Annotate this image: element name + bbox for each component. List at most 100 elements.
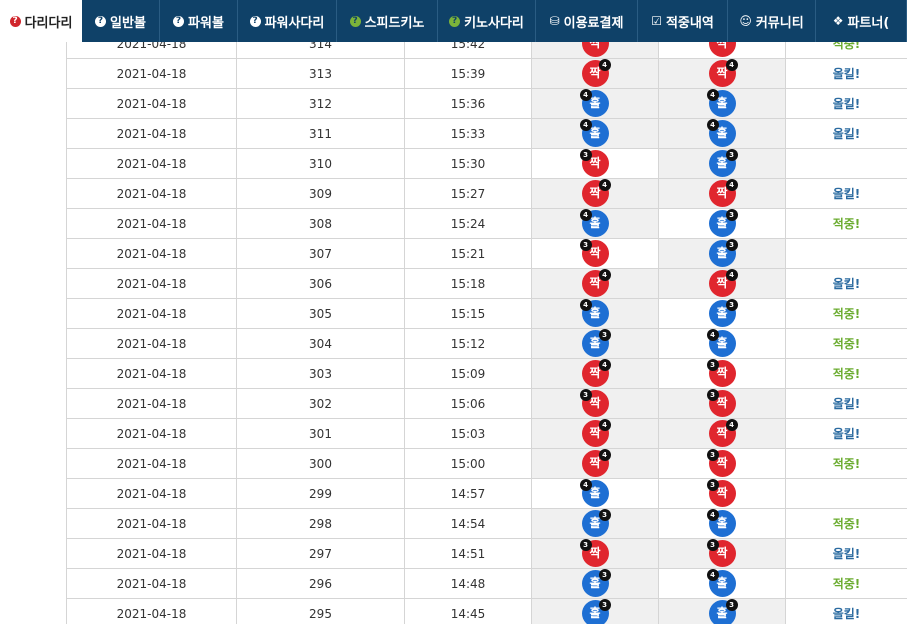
nav-item-0[interactable]: ? 다리다리 bbox=[0, 0, 82, 42]
date-cell: 2021-04-18 bbox=[66, 598, 237, 624]
result-cell: 홀4 bbox=[658, 508, 786, 539]
pick-ball: 홀4 bbox=[579, 119, 609, 147]
result-cell: 짝3 bbox=[658, 538, 786, 569]
status-cell: 적중! bbox=[785, 42, 907, 59]
ball-badge: 3 bbox=[579, 239, 592, 251]
ball-badge: 3 bbox=[706, 449, 719, 461]
status-cell bbox=[785, 238, 907, 269]
table-row: 2021-04-18 314 15:42 짝 짝 적중! bbox=[66, 42, 907, 59]
nav-item-label: 파워사다리 bbox=[264, 15, 325, 31]
ball-badge: 4 bbox=[706, 569, 719, 581]
status-label: 올킬! bbox=[832, 187, 861, 201]
table-row: 2021-04-18 312 15:36 홀 4 홀 4 올킬! bbox=[66, 88, 907, 119]
status-cell: 올킬! bbox=[785, 598, 907, 624]
ball-badge: 4 bbox=[598, 359, 611, 371]
date-cell: 2021-04-18 bbox=[66, 418, 237, 449]
ball-label: 홀 bbox=[716, 246, 728, 260]
nav-item-4[interactable]: ? 스피드키노 bbox=[337, 0, 438, 42]
top-nav: ? 다리다리? 일반볼? 파워볼? 파워사다리? 스피드키노? 키노사다리 ⛁ 이용료결제 ☑ 적중… bbox=[0, 0, 907, 42]
ball-badge: 3 bbox=[598, 569, 611, 581]
ball-badge: 3 bbox=[579, 149, 592, 161]
status-label: 적중! bbox=[832, 457, 861, 471]
ball-label: 홀 bbox=[589, 606, 601, 620]
status-label: 적중! bbox=[832, 217, 861, 231]
result-ball: 짝 bbox=[708, 42, 736, 57]
ball-badge: 4 bbox=[706, 329, 719, 341]
date-cell: 2021-04-18 bbox=[66, 208, 237, 239]
nav-item-7[interactable]: ☑ 적중내역 bbox=[638, 0, 728, 42]
ball-badge: 3 bbox=[706, 479, 719, 491]
result-cell: 홀3 bbox=[658, 238, 786, 269]
nav-item-6[interactable]: ⛁ 이용료결제 bbox=[536, 0, 638, 42]
status-label: 적중! bbox=[832, 367, 861, 381]
table-row: 2021-04-18 307 15:21 짝 3 홀 3 bbox=[66, 238, 907, 269]
ball-badge: 3 bbox=[598, 599, 611, 611]
result-ball: 짝4 bbox=[708, 59, 738, 87]
nav-item-8[interactable]: ☺ 커뮤니티 bbox=[728, 0, 816, 42]
time-cell: 15:27 bbox=[404, 178, 532, 209]
pick-ball: 홀4 bbox=[579, 299, 609, 327]
status-cell: 올킬! bbox=[785, 178, 907, 209]
result-ball: 짝4 bbox=[708, 419, 738, 447]
ball-badge: 4 bbox=[725, 59, 738, 71]
question-icon: ? bbox=[249, 15, 261, 27]
result-cell: 홀4 bbox=[658, 328, 786, 359]
result-ball: 짝4 bbox=[708, 179, 738, 207]
history-table: 2021-04-18 314 15:42 짝 짝 적중! 2021-04-18 313 15:3… bbox=[66, 42, 907, 624]
date-cell: 2021-04-18 bbox=[66, 268, 237, 299]
history-table-container: 2021-04-18 314 15:42 짝 짝 적중! 2021-04-18 313 15:3… bbox=[66, 42, 907, 624]
table-row: 2021-04-18 303 15:09 짝 4 짝 3 적중! bbox=[66, 358, 907, 389]
nav-item-1[interactable]: ? 일반볼 bbox=[82, 0, 160, 42]
time-cell: 15:42 bbox=[404, 42, 532, 59]
ball-badge: 3 bbox=[725, 299, 738, 311]
pick-cell: 홀3 bbox=[531, 598, 659, 624]
round-cell: 295 bbox=[236, 598, 405, 624]
status-label: 적중! bbox=[832, 517, 861, 531]
status-cell: 올킬! bbox=[785, 58, 907, 89]
date-cell: 2021-04-18 bbox=[66, 42, 237, 59]
date-cell: 2021-04-18 bbox=[66, 568, 237, 599]
nav-item-5[interactable]: ? 키노사다리 bbox=[438, 0, 536, 42]
ball-badge: 3 bbox=[598, 509, 611, 521]
pick-ball: 짝4 bbox=[581, 449, 611, 477]
time-cell: 15:12 bbox=[404, 328, 532, 359]
cubes-icon: ❖ bbox=[832, 14, 844, 28]
history-table-viewport[interactable]: 2021-04-18 314 15:42 짝 짝 적중! 2021-04-18 313 15:3… bbox=[66, 42, 907, 624]
result-ball: 짝3 bbox=[706, 449, 736, 477]
question-icon: ? bbox=[349, 15, 361, 27]
pick-ball: 홀3 bbox=[581, 569, 611, 597]
nav-item-label: 적중내역 bbox=[665, 15, 714, 31]
table-row: 2021-04-18 313 15:39 짝 4 짝 4 올킬! bbox=[66, 58, 907, 89]
status-label: 올킬! bbox=[832, 127, 861, 141]
round-cell: 296 bbox=[236, 568, 405, 599]
ball-badge: 3 bbox=[598, 329, 611, 341]
ball-label: 짝 bbox=[589, 426, 601, 440]
status-label: 적중! bbox=[832, 577, 861, 591]
ball-badge: 4 bbox=[598, 269, 611, 281]
round-cell: 307 bbox=[236, 238, 405, 269]
pick-ball: 짝4 bbox=[581, 359, 611, 387]
result-ball: 짝3 bbox=[706, 359, 736, 387]
ball-badge: 4 bbox=[725, 419, 738, 431]
status-label: 올킬! bbox=[832, 67, 861, 81]
ball-badge: 3 bbox=[725, 239, 738, 251]
pick-cell: 짝3 bbox=[531, 148, 659, 179]
pick-ball: 짝3 bbox=[579, 539, 609, 567]
nav-item-9[interactable]: ❖ 파트너( bbox=[816, 0, 907, 42]
round-cell: 302 bbox=[236, 388, 405, 419]
time-cell: 15:24 bbox=[404, 208, 532, 239]
round-cell: 306 bbox=[236, 268, 405, 299]
round-cell: 299 bbox=[236, 478, 405, 509]
status-cell: 적중! bbox=[785, 448, 907, 479]
pick-ball: 짝3 bbox=[579, 149, 609, 177]
pick-ball: 홀4 bbox=[579, 89, 609, 117]
ball-badge: 4 bbox=[706, 509, 719, 521]
nav-item-3[interactable]: ? 파워사다리 bbox=[238, 0, 337, 42]
nav-item-2[interactable]: ? 파워볼 bbox=[160, 0, 238, 42]
ball-label: 짝 bbox=[716, 42, 728, 50]
pick-cell: 짝3 bbox=[531, 388, 659, 419]
pick-ball: 짝4 bbox=[581, 179, 611, 207]
pick-ball: 짝4 bbox=[581, 59, 611, 87]
nav-item-label: 커뮤니티 bbox=[755, 15, 804, 31]
pick-ball: 짝3 bbox=[579, 239, 609, 267]
